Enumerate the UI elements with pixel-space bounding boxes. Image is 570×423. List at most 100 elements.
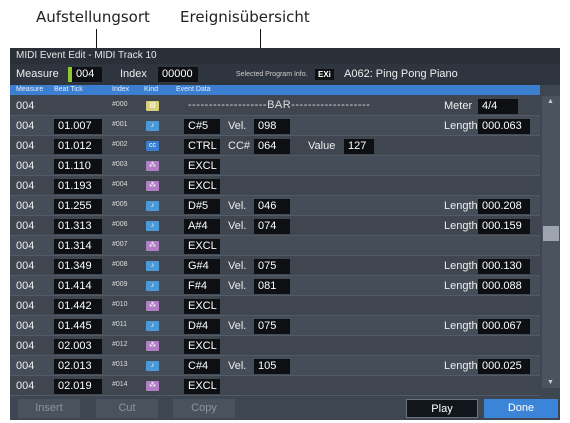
header-beat-tick: Beat Tick — [54, 86, 83, 93]
table-row[interactable]: 004 01.012 #002 cc CTRL CC# 064 Value 127 — [10, 136, 540, 156]
measure-cell: 004 — [16, 140, 35, 152]
length-value[interactable]: 000.067 — [478, 319, 530, 334]
length-value[interactable]: 000.088 — [478, 279, 530, 294]
index-cell: #010 — [112, 301, 128, 308]
length-label: Length — [444, 320, 478, 332]
measure-value-field[interactable]: 004 — [72, 67, 102, 82]
note-name[interactable]: F#4 — [184, 279, 220, 294]
index-label: Index — [120, 68, 147, 80]
note-name[interactable]: C#5 — [184, 119, 220, 134]
exclusive-event[interactable]: EXCL — [184, 339, 220, 354]
window-title: MIDI Event Edit - MIDI Track 10 — [10, 48, 560, 64]
play-button[interactable]: Play — [406, 399, 478, 418]
length-value[interactable]: 000.063 — [478, 119, 530, 134]
copy-button[interactable]: Copy — [173, 399, 235, 418]
beat-tick-cell[interactable]: 01.442 — [54, 299, 102, 314]
velocity-value[interactable]: 081 — [254, 279, 290, 294]
exclusive-event[interactable]: EXCL — [184, 179, 220, 194]
beat-tick-cell[interactable]: 01.007 — [54, 119, 102, 134]
index-cell: #008 — [112, 261, 128, 268]
note-name[interactable]: G#4 — [184, 259, 220, 274]
measure-cell: 004 — [16, 260, 35, 272]
meter-value[interactable]: 4/4 — [478, 99, 518, 114]
beat-tick-cell[interactable]: 01.445 — [54, 319, 102, 334]
beat-tick-cell[interactable]: 01.012 — [54, 139, 102, 154]
table-row[interactable]: 004 01.442 #010 ⁂ EXCL — [10, 296, 540, 316]
note-kind-icon: ♪ — [146, 361, 159, 371]
velocity-value[interactable]: 075 — [254, 259, 290, 274]
beat-tick-cell[interactable]: 02.003 — [54, 339, 102, 354]
velocity-value[interactable]: 105 — [254, 359, 290, 374]
table-row[interactable]: 004 01.313 #006 ♪ A#4 Vel. 074 Length 000.159 — [10, 216, 540, 236]
table-row[interactable]: 004 01.193 #004 ⁂ EXCL — [10, 176, 540, 196]
scroll-up-icon[interactable]: ▲ — [547, 98, 554, 105]
cc-kind-icon: cc — [146, 141, 159, 151]
table-row[interactable]: 004 01.445 #011 ♪ D#4 Vel. 075 Length 000.067 — [10, 316, 540, 336]
cut-button[interactable]: Cut — [96, 399, 158, 418]
controller-value[interactable]: 127 — [344, 139, 374, 154]
index-cell: #002 — [112, 141, 128, 148]
velocity-label: Vel. — [228, 200, 247, 212]
velocity-label: Vel. — [228, 260, 247, 272]
table-row[interactable]: 004 02.003 #012 ⁂ EXCL — [10, 336, 540, 356]
index-cell: #009 — [112, 281, 128, 288]
done-button[interactable]: Done — [484, 399, 558, 418]
velocity-value[interactable]: 098 — [254, 119, 290, 134]
table-row[interactable]: 004 01.255 #005 ♪ D#5 Vel. 046 Length 000.208 — [10, 196, 540, 216]
scroll-thumb[interactable] — [543, 226, 559, 241]
cc-value[interactable]: 064 — [254, 139, 290, 154]
note-name[interactable]: C#4 — [184, 359, 220, 374]
table-row[interactable]: 004 02.019 #014 ⁂ EXCL — [10, 376, 540, 396]
bar-kind-icon: ▤ — [146, 101, 159, 111]
note-name[interactable]: D#4 — [184, 319, 220, 334]
header-index: Index — [112, 86, 130, 93]
table-row[interactable]: 004 01.007 #001 ♪ C#5 Vel. 098 Length 000.063 — [10, 116, 540, 136]
table-row[interactable]: 004 01.349 #008 ♪ G#4 Vel. 075 Length 000.130 — [10, 256, 540, 276]
table-row[interactable]: 004 01.414 #009 ♪ F#4 Vel. 081 Length 000.088 — [10, 276, 540, 296]
event-list: 004 #000 ▤ -------------------BAR----------… — [10, 96, 540, 396]
note-kind-icon: ♪ — [146, 281, 159, 291]
note-kind-icon: ♪ — [146, 261, 159, 271]
index-cell: #012 — [112, 341, 128, 348]
exclusive-event[interactable]: EXCL — [184, 299, 220, 314]
table-row[interactable]: 004 #000 ▤ -------------------BAR----------… — [10, 96, 540, 116]
length-label: Length — [444, 280, 478, 292]
beat-tick-cell[interactable]: 01.110 — [54, 159, 102, 174]
note-name[interactable]: A#4 — [184, 219, 220, 234]
length-value[interactable]: 000.025 — [478, 359, 530, 374]
control-event[interactable]: CTRL — [184, 139, 220, 154]
index-cell: #004 — [112, 181, 128, 188]
velocity-value[interactable]: 074 — [254, 219, 290, 234]
velocity-label: Vel. — [228, 360, 247, 372]
index-value-field[interactable]: 00000 — [158, 67, 198, 82]
measure-label: Measure — [16, 68, 59, 80]
beat-tick-cell[interactable]: 02.019 — [54, 379, 102, 394]
velocity-value[interactable]: 046 — [254, 199, 290, 214]
beat-tick-cell[interactable]: 01.414 — [54, 279, 102, 294]
exclusive-event[interactable]: EXCL — [184, 159, 220, 174]
note-name[interactable]: D#5 — [184, 199, 220, 214]
length-value[interactable]: 000.208 — [478, 199, 530, 214]
table-row[interactable]: 004 01.110 #003 ⁂ EXCL — [10, 156, 540, 176]
beat-tick-cell[interactable]: 02.013 — [54, 359, 102, 374]
exclusive-event[interactable]: EXCL — [184, 379, 220, 394]
exclusive-event[interactable]: EXCL — [184, 239, 220, 254]
scrollbar[interactable]: ▲ ▼ — [542, 96, 560, 388]
scroll-down-icon[interactable]: ▼ — [547, 379, 554, 386]
index-cell: #006 — [112, 221, 128, 228]
beat-tick-cell[interactable]: 01.313 — [54, 219, 102, 234]
excl-kind-icon: ⁂ — [146, 241, 159, 251]
beat-tick-cell[interactable]: 01.193 — [54, 179, 102, 194]
table-row[interactable]: 004 01.314 #007 ⁂ EXCL — [10, 236, 540, 256]
meter-label: Meter — [444, 100, 473, 112]
beat-tick-cell[interactable]: 01.314 — [54, 239, 102, 254]
insert-button[interactable]: Insert — [18, 399, 80, 418]
beat-tick-cell[interactable]: 01.349 — [54, 259, 102, 274]
table-row[interactable]: 004 02.013 #013 ♪ C#4 Vel. 105 Length 000.025 — [10, 356, 540, 376]
measure-cell: 004 — [16, 380, 35, 392]
length-value[interactable]: 000.130 — [478, 259, 530, 274]
velocity-value[interactable]: 075 — [254, 319, 290, 334]
length-value[interactable]: 000.159 — [478, 219, 530, 234]
note-kind-icon: ♪ — [146, 321, 159, 331]
beat-tick-cell[interactable]: 01.255 — [54, 199, 102, 214]
